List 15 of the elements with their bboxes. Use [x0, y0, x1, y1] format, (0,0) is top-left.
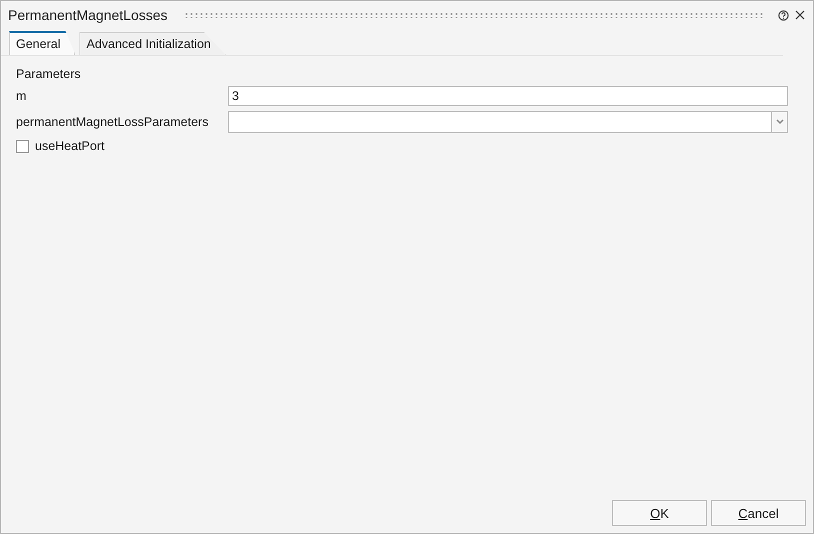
dialog-button[interactable]: OK [612, 500, 707, 526]
close-icon[interactable] [795, 10, 805, 20]
dropdown-field[interactable] [228, 111, 788, 133]
input-field[interactable]: 3 [228, 86, 788, 106]
section-heading: Parameters [16, 66, 82, 83]
help-icon[interactable] [778, 10, 789, 20]
dialog-button[interactable]: Cancel [711, 500, 806, 526]
field-label: permanentMagnetLossParameters [16, 115, 210, 129]
tab[interactable]: Advanced Initialization [79, 32, 226, 55]
field-label: m [16, 89, 28, 103]
checkbox-label: useHeatPort [35, 139, 104, 153]
chevron-down-icon [776, 119, 784, 125]
window-title: PermanentMagnetLosses [8, 7, 168, 23]
checkbox[interactable] [16, 140, 29, 152]
tab[interactable]: General [9, 31, 76, 55]
